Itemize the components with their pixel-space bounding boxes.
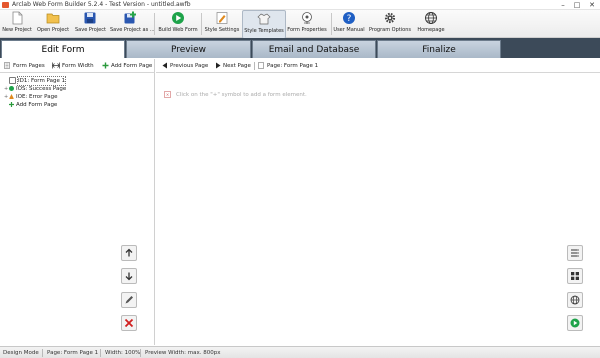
grid-layout-button[interactable]	[567, 268, 583, 284]
pages-icon	[4, 62, 10, 69]
plus-icon	[102, 62, 109, 69]
edit-button[interactable]	[121, 292, 137, 308]
form-pages-button[interactable]: Form Pages	[4, 61, 45, 71]
open-project-button[interactable]: Open Project	[37, 10, 69, 37]
tab-finalize[interactable]: Finalize	[377, 40, 501, 58]
current-page-indicator: Page: Form Page 1	[258, 61, 318, 71]
web-preview-button[interactable]	[567, 292, 583, 308]
status-bar: Design Mode Page: Form Page 1 Width: 100…	[0, 346, 600, 358]
arrow-up-icon	[125, 248, 133, 257]
status-separator	[100, 349, 101, 357]
svg-text:?: ?	[347, 14, 352, 24]
arrow-down-icon	[125, 272, 133, 281]
triangle-right-icon	[216, 62, 221, 69]
pages-toolbar: Form Pages Form Width Add Form Page	[0, 59, 155, 73]
play-icon	[570, 318, 580, 328]
user-manual-button[interactable]: ? User Manual	[333, 10, 365, 37]
save-project-button[interactable]: Save Project	[75, 10, 106, 37]
toolbar-separator	[201, 13, 202, 35]
globe-icon	[570, 295, 580, 305]
move-down-button[interactable]	[121, 268, 137, 284]
status-separator	[42, 349, 43, 357]
remove-icon: ×	[164, 91, 171, 98]
form-pages-tree-panel: ID1: Form Page 1 + IOS: Success Page + IOE…	[0, 73, 155, 345]
tree-item-success-page[interactable]: + IOS: Success Page	[4, 85, 66, 93]
app-icon	[2, 2, 9, 8]
status-separator	[140, 349, 141, 357]
form-width-button[interactable]: Form Width	[52, 61, 94, 71]
next-page-button[interactable]: Next Page	[215, 61, 251, 71]
tab-preview[interactable]: Preview	[126, 40, 251, 58]
page-nav-toolbar: Previous Page Next Page Page: Form Page …	[156, 59, 600, 73]
grid-icon	[571, 272, 579, 280]
save-as-icon	[124, 11, 136, 24]
window-title: Arclab Web Form Builder 5.2.4 - Test Ver…	[12, 1, 191, 8]
build-web-form-button[interactable]: Build Web Form	[158, 10, 198, 37]
program-options-button[interactable]: Program Options	[369, 10, 411, 37]
tab-bar: Edit Form Preview Email and Database Fin…	[0, 38, 600, 58]
delete-button[interactable]	[121, 315, 137, 331]
tree-item-add-form-page[interactable]: Add Form Page	[4, 101, 57, 109]
warning-icon	[9, 94, 14, 99]
style-settings-icon	[216, 12, 228, 24]
empty-form-hint: × Click on the "+" symbol to add a form e…	[164, 91, 307, 98]
new-project-button[interactable]: New Project	[2, 10, 32, 37]
toolbar-separator	[331, 13, 332, 35]
check-icon	[9, 86, 14, 91]
form-editor-canvas[interactable]: × Click on the "+" symbol to add a form e…	[156, 73, 600, 345]
toolbar-separator	[254, 62, 255, 70]
page-icon	[9, 77, 16, 84]
folder-icon	[46, 13, 60, 24]
toolbar-separator	[154, 13, 155, 35]
move-up-button[interactable]	[121, 245, 137, 261]
help-icon: ?	[343, 12, 355, 24]
triangle-left-icon	[162, 62, 167, 69]
gear-icon	[384, 12, 396, 24]
form-properties-icon	[302, 12, 312, 24]
build-form-button[interactable]	[567, 315, 583, 331]
status-mode: Design Mode	[3, 350, 39, 356]
add-form-page-button[interactable]: Add Form Page	[102, 61, 152, 71]
build-play-icon	[172, 12, 184, 24]
list-icon	[571, 249, 579, 257]
pencil-icon	[125, 296, 133, 304]
expand-icon[interactable]: +	[4, 93, 9, 101]
plus-icon	[9, 102, 14, 107]
shirt-template-icon	[257, 13, 271, 25]
minimize-icon[interactable]: –	[556, 0, 570, 10]
previous-page-button[interactable]: Previous Page	[162, 61, 208, 71]
save-project-as-button[interactable]: Save Project as ...	[110, 10, 155, 37]
tree-item-form-page-1[interactable]: ID1: Form Page 1	[4, 76, 67, 86]
new-document-icon	[12, 11, 23, 25]
tab-edit-form[interactable]: Edit Form	[1, 40, 125, 58]
status-preview-width: Preview Width: max. 800px	[145, 350, 221, 356]
form-properties-button[interactable]: Form Properties	[287, 10, 327, 37]
title-bar: Arclab Web Form Builder 5.2.4 - Test Ver…	[0, 0, 600, 10]
page-icon	[258, 62, 264, 69]
tab-email-and-database[interactable]: Email and Database	[252, 40, 376, 58]
main-toolbar: New Project Open Project Save Project Sa…	[0, 10, 600, 39]
tree-item-error-page[interactable]: + IOE: Error Page	[4, 93, 58, 101]
save-disk-icon	[84, 12, 96, 24]
homepage-button[interactable]: Homepage	[415, 10, 447, 37]
globe-icon	[425, 12, 437, 24]
style-settings-button[interactable]: Style Settings	[204, 10, 240, 37]
status-width: Width: 100%	[105, 350, 141, 356]
status-page: Page: Form Page 1	[47, 350, 99, 356]
element-list-button[interactable]	[567, 245, 583, 261]
delete-x-icon	[124, 318, 134, 328]
width-arrows-icon	[52, 62, 60, 69]
close-icon[interactable]: ✕	[585, 0, 599, 10]
style-templates-button[interactable]: Style Templates	[242, 10, 286, 39]
maximize-icon[interactable]: □	[570, 0, 584, 10]
